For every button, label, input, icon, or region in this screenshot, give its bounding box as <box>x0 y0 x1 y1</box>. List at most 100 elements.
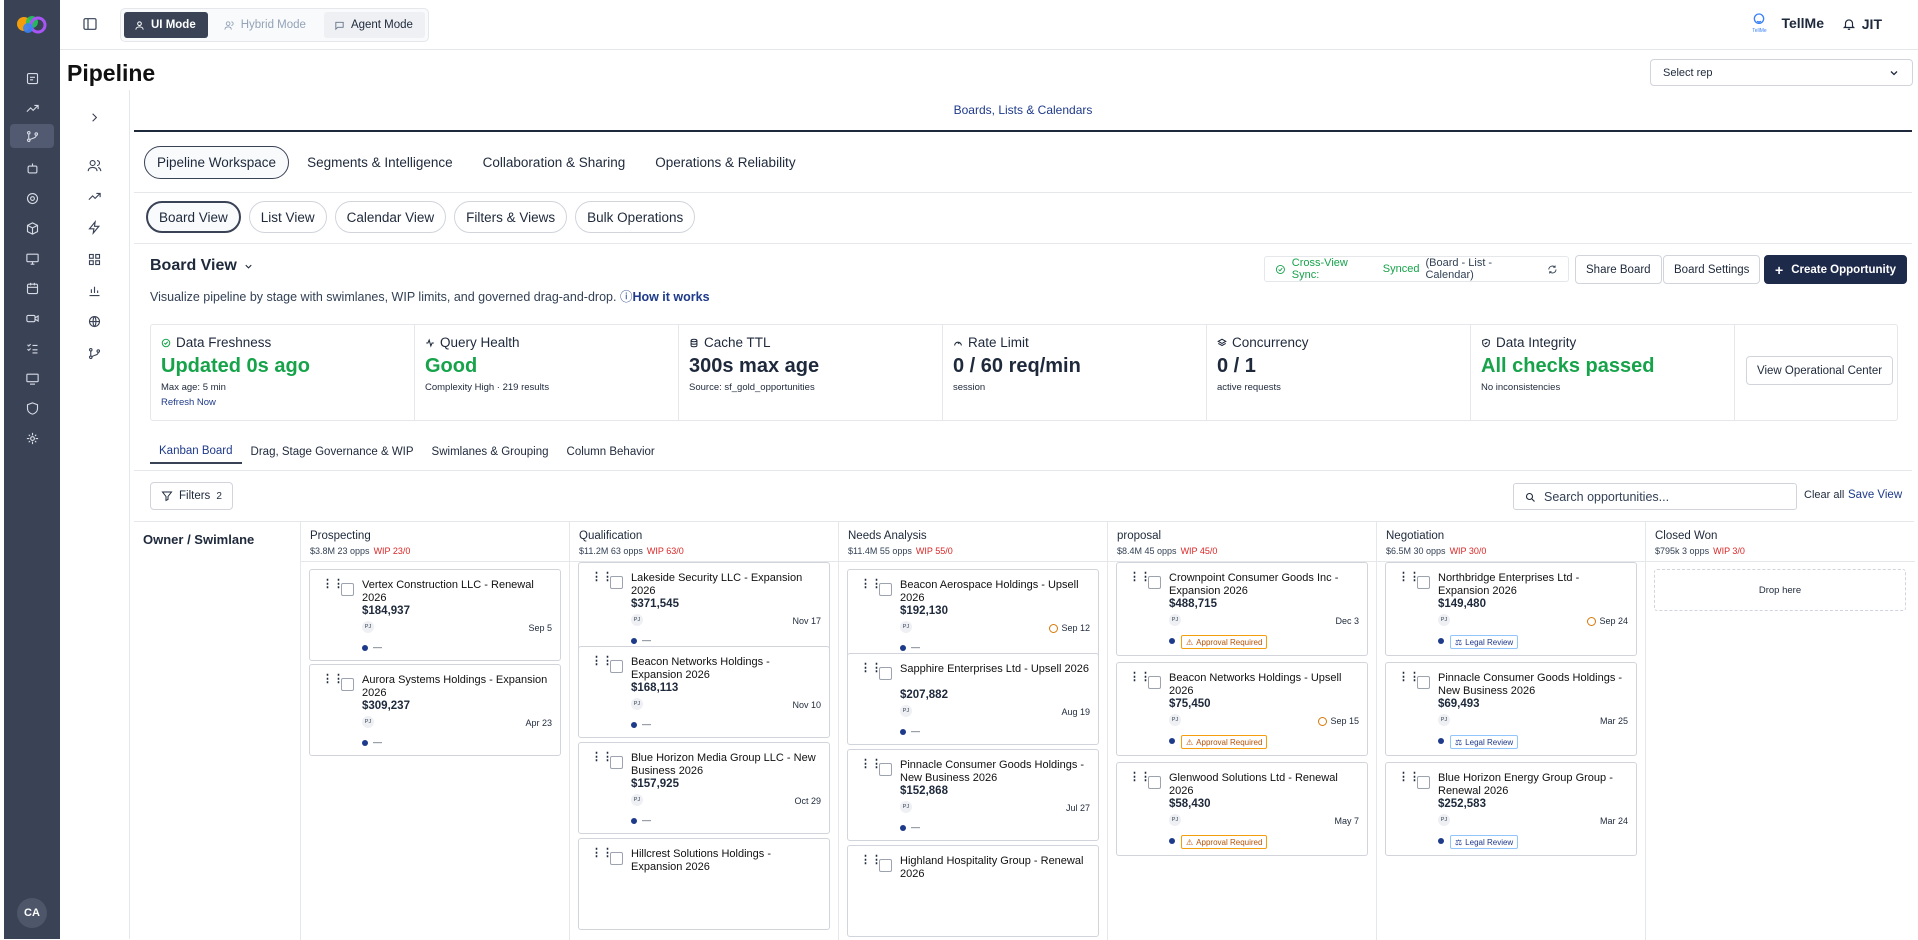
card-checkbox[interactable] <box>341 583 354 596</box>
subtab-column-behavior[interactable]: Column Behavior <box>558 440 664 464</box>
filters-button[interactable]: Filters 2 <box>150 482 233 510</box>
card-checkbox[interactable] <box>610 756 623 769</box>
tab-filters-views[interactable]: Filters & Views <box>454 201 568 233</box>
opportunity-card[interactable]: ⋮⋮ Beacon Networks Holdings - Expansion 2… <box>578 646 830 738</box>
opportunity-card[interactable]: ⋮⋮ Blue Horizon Energy Group Group - Rene… <box>1385 762 1637 856</box>
card-checkbox[interactable] <box>610 576 623 589</box>
create-opportunity-label: Create Opportunity <box>1791 263 1896 276</box>
tab-collaboration-sharing[interactable]: Collaboration & Sharing <box>471 146 638 179</box>
sidebar-toggle-icon[interactable] <box>82 16 98 32</box>
clock-icon <box>1318 716 1328 726</box>
save-view-link[interactable]: Save View <box>1848 489 1902 501</box>
nav-bar-chart-icon[interactable] <box>87 283 103 299</box>
opportunity-card[interactable]: ⋮⋮ Aurora Systems Holdings - Expansion 20… <box>309 664 561 756</box>
opportunity-card[interactable]: ⋮⋮ Highland Hospitality Group - Renewal 2… <box>847 845 1099 937</box>
board-view-dropdown[interactable]: Board View <box>150 257 254 275</box>
tab-calendar-view[interactable]: Calendar View <box>334 201 447 233</box>
rail-integrations-icon[interactable] <box>20 426 44 450</box>
tab-list-view[interactable]: List View <box>248 201 327 233</box>
card-checkbox[interactable] <box>879 763 892 776</box>
agent-mode-button[interactable]: Agent Mode <box>323 12 425 38</box>
create-opportunity-button[interactable]: + Create Opportunity <box>1764 255 1907 284</box>
expand-chevron-icon[interactable] <box>87 110 103 126</box>
card-checkbox[interactable] <box>1148 676 1161 689</box>
nav-grid-icon[interactable] <box>87 252 103 268</box>
opportunity-card[interactable]: ⋮⋮ Pinnacle Consumer Goods Holdings - New… <box>1385 662 1637 756</box>
tab-segments-intelligence[interactable]: Segments & Intelligence <box>295 146 465 179</box>
stat-sub: Complexity High · 219 results <box>425 382 550 393</box>
opportunity-card[interactable]: ⋮⋮ Sapphire Enterprises Ltd - Upsell 2026… <box>847 653 1099 745</box>
nav-trend-icon[interactable] <box>87 189 103 205</box>
rail-shield-icon[interactable] <box>20 396 44 420</box>
ui-mode-button[interactable]: UI Mode <box>124 12 208 38</box>
opportunity-card[interactable]: ⋮⋮ Northbridge Enterprises Ltd - Expansio… <box>1385 562 1637 656</box>
subtab-kanban-board[interactable]: Kanban Board <box>150 440 242 464</box>
opportunity-card[interactable]: ⋮⋮ Crownpoint Consumer Goods Inc - Expans… <box>1116 562 1368 656</box>
rail-trend-icon[interactable] <box>20 96 44 120</box>
card-checkbox[interactable] <box>610 660 623 673</box>
nav-globe-icon[interactable] <box>87 314 103 330</box>
rail-screen-icon[interactable] <box>20 366 44 390</box>
tab-operations-reliability[interactable]: Operations & Reliability <box>643 146 807 179</box>
rail-tasks-icon[interactable] <box>20 336 44 360</box>
section-tab[interactable]: Boards, Lists & Calendars <box>134 90 1912 132</box>
nav-branch-icon[interactable] <box>87 346 103 362</box>
card-checkbox[interactable] <box>1148 776 1161 789</box>
hybrid-mode-button[interactable]: Hybrid Mode <box>214 12 318 38</box>
card-checkbox[interactable] <box>1148 576 1161 589</box>
tab-bulk-operations[interactable]: Bulk Operations <box>575 201 696 233</box>
card-checkbox[interactable] <box>1417 776 1430 789</box>
subtab-swimlanes[interactable]: Swimlanes & Grouping <box>423 440 558 464</box>
page-title: Pipeline <box>67 60 156 86</box>
select-rep-dropdown[interactable]: Select rep <box>1650 59 1913 86</box>
clear-all-link[interactable]: Clear all <box>1804 489 1844 501</box>
rail-pipeline-icon[interactable] <box>10 124 54 148</box>
tab-board-view[interactable]: Board View <box>146 201 241 233</box>
rail-docs-icon[interactable] <box>20 66 44 90</box>
refresh-now-link[interactable]: Refresh Now <box>161 397 404 408</box>
nav-bolt-icon[interactable] <box>87 219 103 236</box>
card-checkbox[interactable] <box>879 583 892 596</box>
rail-bot-icon[interactable] <box>20 156 44 180</box>
user-avatar[interactable]: CA <box>17 898 47 928</box>
card-checkbox[interactable] <box>610 852 623 865</box>
opportunity-card[interactable]: ⋮⋮ Beacon Aerospace Holdings - Upsell 202… <box>847 569 1099 661</box>
app-logo-icon[interactable] <box>12 10 52 38</box>
opportunity-card[interactable]: ⋮⋮ Glenwood Solutions Ltd - Renewal 2026 $… <box>1116 762 1368 856</box>
opportunity-card[interactable]: ⋮⋮ Hillcrest Solutions Holdings - Expansi… <box>578 838 830 930</box>
status-dot <box>1438 638 1444 644</box>
opportunity-card[interactable]: ⋮⋮ Pinnacle Consumer Goods Holdings - New… <box>847 749 1099 841</box>
rail-box-icon[interactable] <box>20 216 44 240</box>
card-checkbox[interactable] <box>1417 676 1430 689</box>
subtab-drag-governance[interactable]: Drag, Stage Governance & WIP <box>242 440 423 464</box>
app-rail: CA <box>4 0 60 939</box>
search-input[interactable]: Search opportunities... <box>1513 483 1797 510</box>
jit-button[interactable]: JIT <box>1842 16 1882 32</box>
card-amount: $149,480 <box>1438 598 1486 610</box>
card-checkbox[interactable] <box>1417 576 1430 589</box>
tellme-button[interactable]: TellMe TellMe <box>1751 12 1824 34</box>
divider <box>134 192 1912 193</box>
card-close-date: Apr 23 <box>525 718 552 728</box>
card-checkbox[interactable] <box>879 667 892 680</box>
stat-sub: Source: sf_gold_opportunities <box>689 382 815 393</box>
opportunity-card[interactable]: ⋮⋮ Beacon Networks Holdings - Upsell 2026… <box>1116 662 1368 756</box>
rail-monitor-icon[interactable] <box>20 246 44 270</box>
how-it-works-link[interactable]: ⓘHow it works <box>620 290 710 304</box>
opportunity-card[interactable]: ⋮⋮ Blue Horizon Media Group LLC - New Bus… <box>578 742 830 834</box>
view-operational-center-button[interactable]: View Operational Center <box>1746 356 1894 385</box>
refresh-icon[interactable] <box>1547 264 1558 275</box>
tab-pipeline-workspace[interactable]: Pipeline Workspace <box>144 146 290 179</box>
opportunity-card[interactable]: ⋮⋮ Lakeside Security LLC - Expansion 2026… <box>578 562 830 654</box>
rail-video-icon[interactable] <box>20 306 44 330</box>
opportunity-card[interactable]: ⋮⋮ Vertex Construction LLC - Renewal 2026… <box>309 569 561 661</box>
card-checkbox[interactable] <box>879 859 892 872</box>
status-dot <box>631 638 637 644</box>
nav-contacts-icon[interactable] <box>87 158 103 174</box>
drop-zone[interactable]: Drop here <box>1654 569 1906 611</box>
card-checkbox[interactable] <box>341 678 354 691</box>
board-settings-button[interactable]: Board Settings <box>1663 255 1761 284</box>
share-board-button[interactable]: Share Board <box>1575 255 1662 284</box>
rail-calendar-icon[interactable] <box>20 276 44 300</box>
rail-target-icon[interactable] <box>20 186 44 210</box>
